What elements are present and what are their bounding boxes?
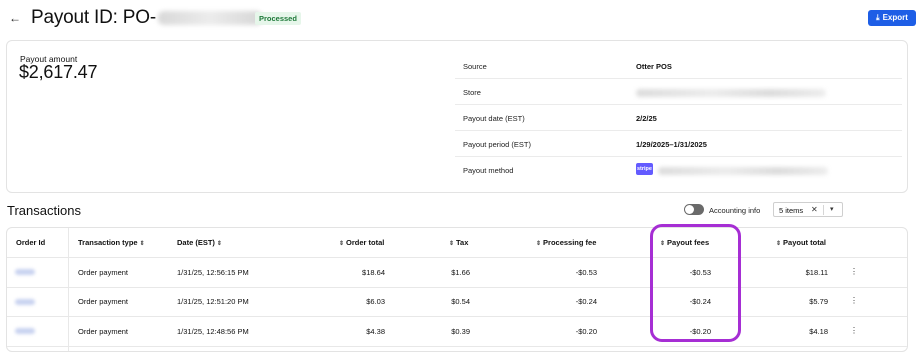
items-filter-select[interactable]: 5 items ✕ ▾ [773, 202, 843, 217]
cell-processing-fee: -$0.20 [575, 327, 597, 336]
clear-icon[interactable]: ✕ [811, 205, 818, 214]
cell-date: 1/31/25, 12:51:20 PM [177, 297, 249, 306]
cell-transaction-type: Order payment [78, 268, 129, 277]
column-header-transaction-type[interactable]: Transaction type ⇕ [78, 238, 147, 247]
detail-key: Payout date (EST) [463, 114, 525, 123]
stripe-logo: stripe [636, 163, 653, 175]
export-label: Export [882, 13, 908, 22]
cell-tax: $1.66 [451, 268, 470, 277]
cell-tax: $0.39 [451, 327, 470, 336]
column-header-tax[interactable]: ⇕ Tax [447, 238, 468, 247]
column-header-date[interactable]: Date (EST) ⇕ [177, 238, 224, 247]
sort-icon: ⇕ [216, 241, 222, 247]
more-options-icon[interactable]: ⋮ [850, 296, 858, 305]
column-divider [68, 228, 69, 351]
cell-payout-total: $5.79 [809, 297, 828, 306]
payout-amount-value: $2,617.47 [19, 62, 98, 82]
cell-payout-total: $4.18 [809, 327, 828, 336]
cell-transaction-type: Order payment [78, 327, 129, 336]
detail-key: Source [463, 62, 487, 71]
row-divider [7, 287, 907, 288]
transactions-heading: Transactions [7, 203, 81, 218]
cell-date: 1/31/25, 12:48:56 PM [177, 327, 249, 336]
row-divider [7, 257, 907, 258]
column-label: Payout total [783, 238, 826, 247]
detail-value: Otter POS [636, 62, 672, 71]
column-label: Tax [456, 238, 469, 247]
cell-payout-total: $18.11 [805, 268, 828, 277]
sort-icon: ⇕ [776, 241, 782, 247]
cell-transaction-type: Order payment [78, 297, 129, 306]
detail-row-payout-date: Payout date (EST) 2/2/25 [455, 105, 902, 131]
chevron-down-icon[interactable]: ▾ [830, 205, 834, 213]
redacted-payout-method [658, 167, 828, 175]
column-label: Order total [346, 238, 385, 247]
detail-key: Payout period (EST) [463, 140, 531, 149]
sort-icon: ⇕ [536, 241, 542, 247]
sort-icon: ⇕ [139, 241, 145, 247]
detail-key: Store [463, 88, 481, 97]
page-title: Payout ID: PO- [31, 7, 262, 29]
column-header-order-total[interactable]: ⇕ Order total [337, 238, 384, 247]
more-options-icon[interactable]: ⋮ [850, 326, 858, 335]
redacted-payout-id [157, 10, 262, 25]
redacted-store [636, 89, 826, 97]
accounting-info-toggle[interactable] [684, 204, 704, 215]
row-divider [7, 316, 907, 317]
cell-processing-fee: -$0.24 [575, 297, 597, 306]
redacted-order-id[interactable] [15, 328, 35, 334]
detail-row-source: Source Otter POS [455, 53, 902, 79]
accounting-info-label: Accounting info [709, 206, 761, 215]
column-header-order-id: Order Id [16, 238, 46, 247]
column-label: Processing fee [543, 238, 597, 247]
detail-row-payout-period: Payout period (EST) 1/29/2025–1/31/2025 [455, 131, 902, 157]
filter-value: 5 items [779, 206, 804, 215]
cell-order-total: $18.64 [362, 268, 385, 277]
page-header: ← Payout ID: PO- Processed ⤓ Export [0, 0, 924, 38]
cell-tax: $0.54 [451, 297, 470, 306]
transactions-table: Order Id Transaction type ⇕ Date (EST) ⇕ ⇕… [6, 227, 908, 352]
export-button[interactable]: ⤓ Export [868, 10, 916, 26]
detail-row-store: Store [455, 79, 902, 105]
page-title-text: Payout ID: PO- [31, 7, 156, 28]
detail-value: 1/29/2025–1/31/2025 [636, 140, 707, 149]
detail-key: Payout method [463, 166, 514, 175]
detail-value: 2/2/25 [636, 114, 657, 123]
status-badge: Processed [255, 12, 301, 25]
payout-summary-card: Payout amount $2,617.47 Source Otter POS… [6, 40, 908, 193]
column-label: Date (EST) [177, 238, 215, 247]
column-header-processing-fee[interactable]: ⇕ Processing fee [534, 238, 596, 247]
payout-fees-highlight [650, 224, 741, 342]
sort-icon: ⇕ [339, 241, 345, 247]
cell-order-total: $6.03 [366, 297, 385, 306]
more-options-icon[interactable]: ⋮ [850, 267, 858, 276]
download-icon: ⤓ [876, 13, 880, 22]
column-header-payout-total[interactable]: ⇕ Payout total [774, 238, 826, 247]
column-label: Transaction type [78, 238, 138, 247]
filter-divider [823, 205, 824, 215]
toggle-knob [685, 205, 694, 214]
sort-icon: ⇕ [449, 241, 455, 247]
redacted-order-id[interactable] [15, 299, 35, 305]
cell-order-total: $4.38 [366, 327, 385, 336]
back-arrow-icon[interactable]: ← [9, 11, 21, 25]
detail-row-payout-method: Payout method stripe [455, 157, 902, 183]
redacted-order-id[interactable] [15, 269, 35, 275]
cell-processing-fee: -$0.53 [575, 268, 597, 277]
cell-date: 1/31/25, 12:56:15 PM [177, 268, 249, 277]
